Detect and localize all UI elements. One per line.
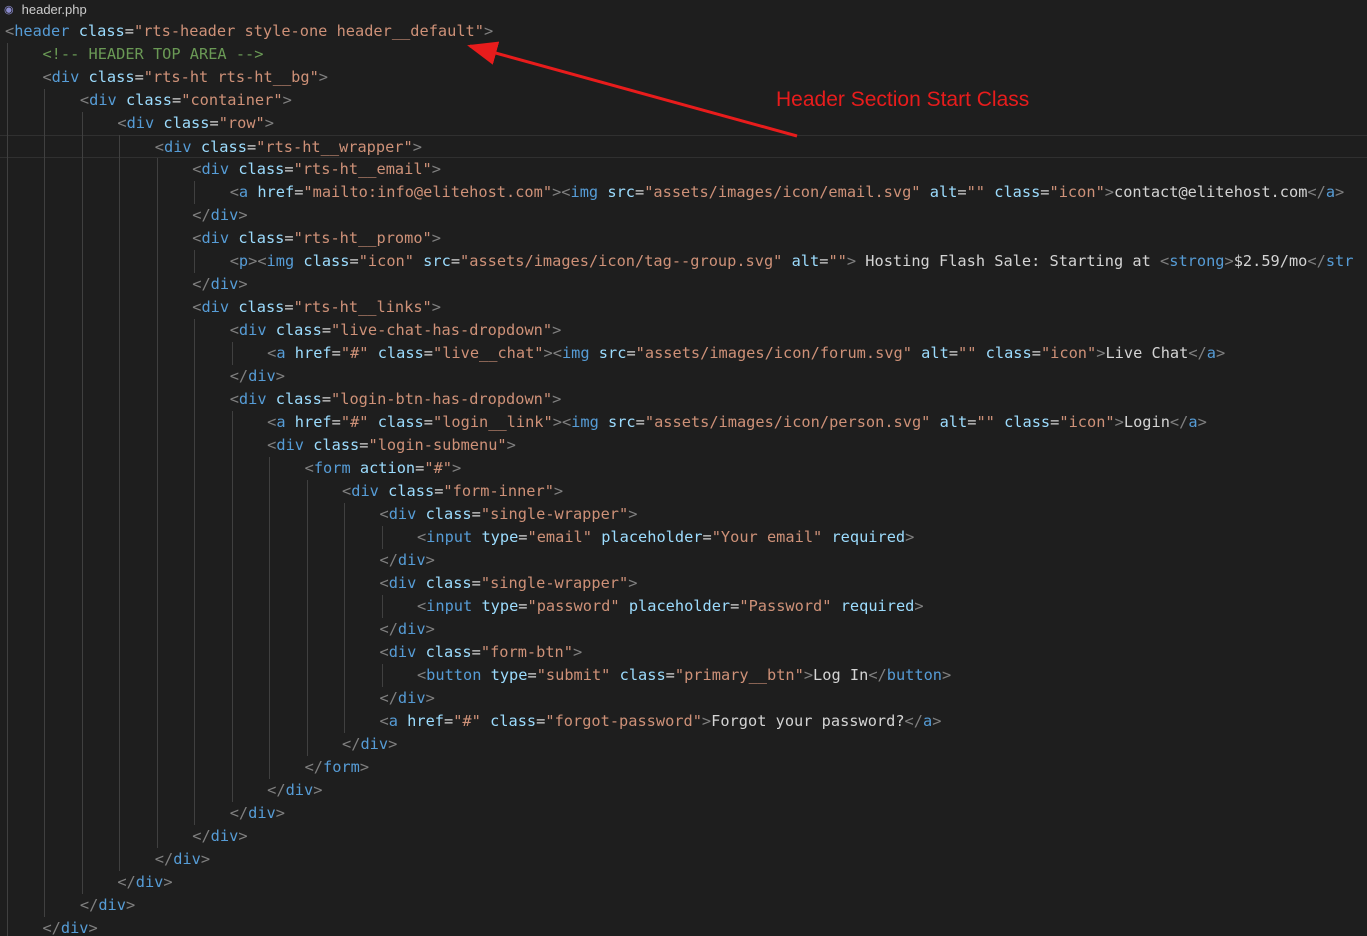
annotation-arrow-line — [467, 41, 798, 138]
annotation-arrow — [467, 41, 798, 138]
annotation-label: Header Section Start Class — [776, 88, 1030, 111]
